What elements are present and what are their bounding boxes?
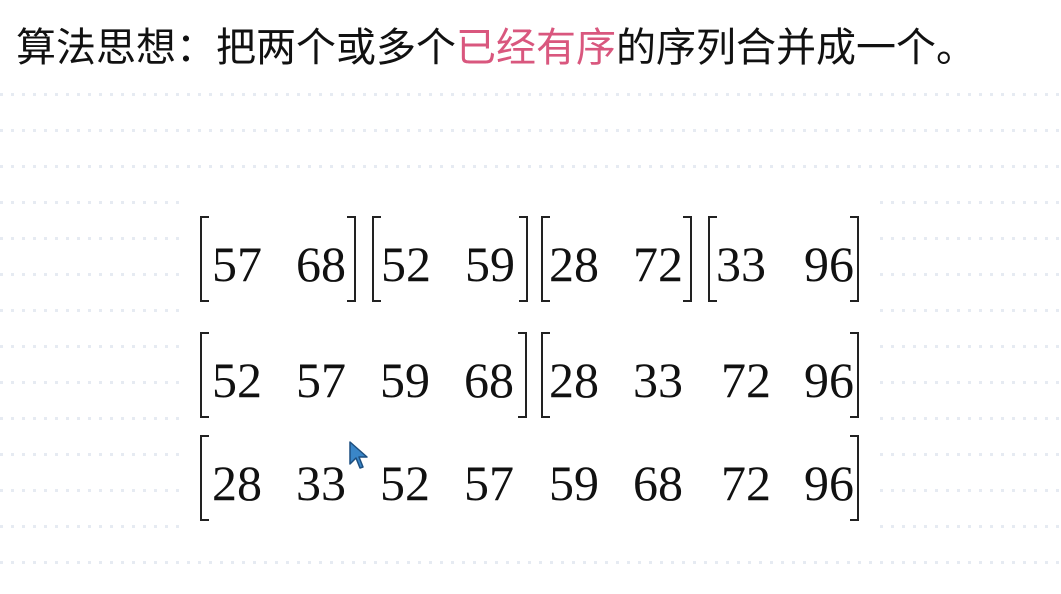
sequence-number: 72 xyxy=(721,352,771,408)
sequence-number: 33 xyxy=(716,236,766,292)
sequence-number: 59 xyxy=(549,455,599,511)
sorted-group-2-1: 52 57 59 68 xyxy=(200,332,527,418)
page-title: 算法思想：把两个或多个已经有序的序列合并成一个。 xyxy=(16,22,976,74)
sorted-group-1-2: 52 59 xyxy=(372,216,528,302)
right-bracket xyxy=(850,332,859,418)
merge-sort-figure: 57 68 52 59 28 72 33 96 52 57 59 68 28 3… xyxy=(180,200,880,540)
title-highlight: 已经有序 xyxy=(456,25,616,71)
sequence-number: 52 xyxy=(381,236,431,292)
title-suffix: 的序列合并成一个。 xyxy=(616,25,976,71)
right-bracket xyxy=(347,216,356,302)
sequence-number: 59 xyxy=(380,352,430,408)
sequence-number: 68 xyxy=(633,455,683,511)
sequence-number: 28 xyxy=(212,455,262,511)
mouse-pointer-icon xyxy=(349,441,368,469)
sorted-group-2-2: 28 33 72 96 xyxy=(541,332,859,418)
sequence-number: 57 xyxy=(212,236,262,292)
right-bracket xyxy=(519,216,528,302)
sequence-number: 52 xyxy=(380,455,430,511)
sequence-number: 57 xyxy=(296,352,346,408)
sequence-number: 68 xyxy=(296,236,346,292)
title-prefix: 算法思想：把两个或多个 xyxy=(16,25,456,71)
sorted-group-1-4: 33 96 xyxy=(708,216,859,302)
right-bracket xyxy=(850,216,859,302)
sequence-number: 72 xyxy=(633,236,683,292)
sequence-number: 59 xyxy=(465,236,515,292)
right-bracket xyxy=(683,216,692,302)
sequence-number: 52 xyxy=(212,352,262,408)
title-bar: 算法思想：把两个或多个已经有序的序列合并成一个。 xyxy=(0,0,1061,78)
sequence-number: 33 xyxy=(296,455,346,511)
sequence-number: 68 xyxy=(464,352,514,408)
sorted-group-1-1: 57 68 xyxy=(200,216,356,302)
sequence-number: 33 xyxy=(633,352,683,408)
merge-row-3: 28 33 52 57 59 68 72 96 xyxy=(180,435,880,521)
sequence-number: 28 xyxy=(549,352,599,408)
right-bracket xyxy=(518,332,527,418)
sequence-number: 28 xyxy=(549,236,599,292)
sequence-number: 72 xyxy=(721,455,771,511)
merge-row-1: 57 68 52 59 28 72 33 96 xyxy=(180,216,880,302)
sorted-group-3-1: 28 33 52 57 59 68 72 96 xyxy=(200,435,859,521)
sequence-number: 57 xyxy=(464,455,514,511)
merge-row-2: 52 57 59 68 28 33 72 96 xyxy=(180,332,880,418)
sorted-group-1-3: 28 72 xyxy=(541,216,692,302)
right-bracket xyxy=(850,435,859,521)
